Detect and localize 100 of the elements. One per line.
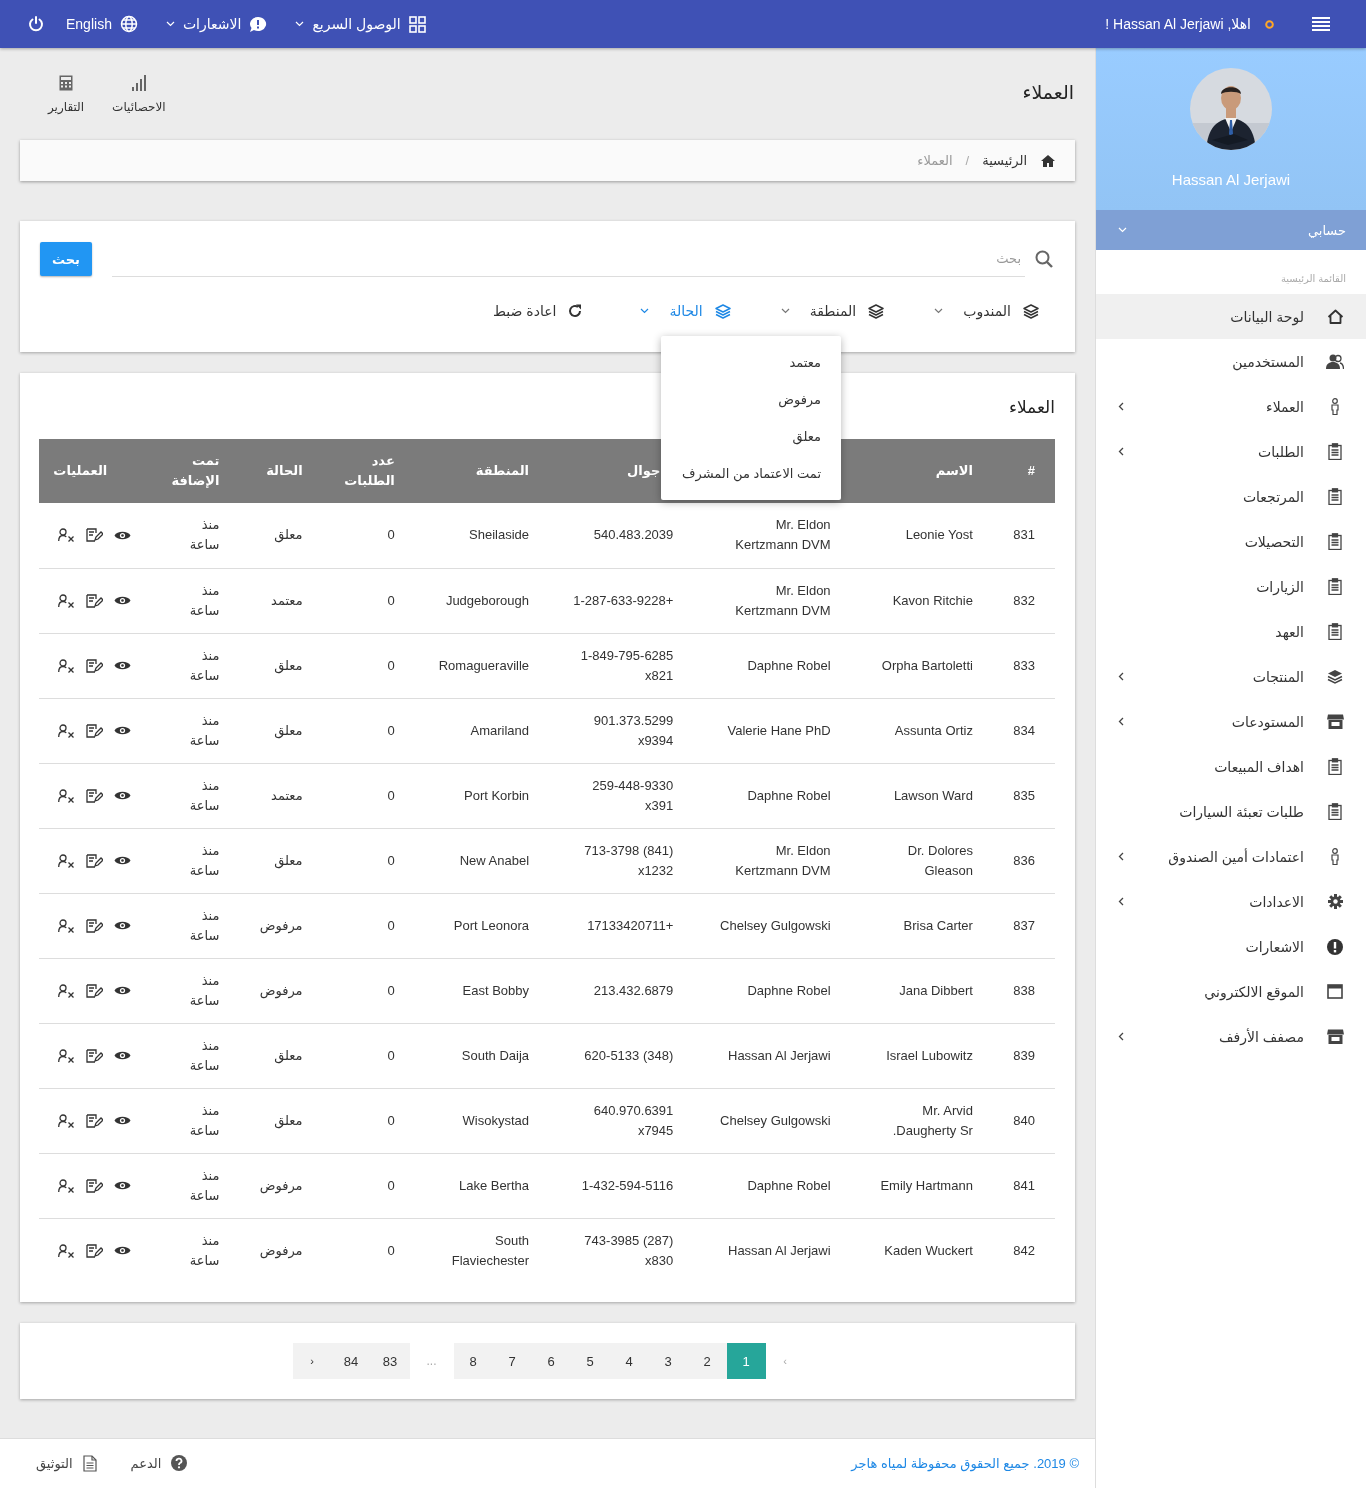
- table-cell-text: 834: [1013, 721, 1035, 740]
- help-icon[interactable]: [171, 1455, 188, 1471]
- docs-link[interactable]: التوثيق: [36, 1454, 97, 1472]
- page-button[interactable]: 4: [609, 1343, 649, 1379]
- delete-user-icon[interactable]: [57, 1243, 75, 1258]
- dropdown-option[interactable]: معتمد: [661, 344, 841, 381]
- delete-user-icon[interactable]: [57, 918, 75, 933]
- sidebar-item[interactable]: الموقع الالكتروني: [1096, 969, 1366, 1014]
- delete-user-icon[interactable]: [57, 1178, 75, 1193]
- shortcut-button[interactable]: الاحصائيات: [112, 74, 166, 114]
- delete-user-icon[interactable]: [57, 723, 75, 738]
- dropdown-option[interactable]: معلق: [661, 418, 841, 455]
- breadcrumb-link[interactable]: الرئيسية: [982, 153, 1027, 168]
- column-header[interactable]: جوال: [627, 461, 661, 481]
- delete-user-icon[interactable]: [57, 528, 75, 543]
- eye-icon[interactable]: [113, 1245, 131, 1257]
- column-header[interactable]: الحالة: [266, 461, 303, 481]
- page-button[interactable]: 8: [453, 1343, 493, 1379]
- table-cell-text: (348) 620-5133: [584, 1046, 674, 1065]
- eye-icon[interactable]: [113, 660, 131, 671]
- edit-icon[interactable]: [85, 983, 103, 998]
- next-page-button[interactable]: ‹: [292, 1343, 332, 1379]
- page-button[interactable]: 2: [687, 1343, 727, 1379]
- delete-user-icon[interactable]: [57, 1048, 75, 1063]
- column-header[interactable]: المنطقة: [475, 461, 530, 481]
- sidebar-item[interactable]: الزيارات: [1096, 564, 1366, 609]
- sidebar-item[interactable]: اعتمادات أمين الصندوق: [1096, 834, 1366, 879]
- page-button[interactable]: 83: [370, 1343, 410, 1379]
- delete-user-icon[interactable]: [57, 1113, 75, 1128]
- shortcut-button[interactable]: التقارير: [48, 74, 85, 114]
- sidebar-item[interactable]: العملاء: [1096, 384, 1366, 429]
- column-header[interactable]: #: [1027, 461, 1035, 481]
- eye-icon[interactable]: [113, 1115, 131, 1126]
- eye-icon[interactable]: [113, 725, 131, 736]
- edit-icon[interactable]: [85, 853, 103, 868]
- edit-icon[interactable]: [85, 1243, 103, 1258]
- sidebar-item[interactable]: التحصيلات: [1096, 519, 1366, 564]
- page-button[interactable]: 5: [570, 1343, 610, 1379]
- column-header[interactable]: العمليات: [53, 461, 108, 481]
- edit-icon[interactable]: [85, 658, 103, 673]
- sidebar-item[interactable]: الاشعارات: [1096, 924, 1366, 969]
- filter-dropdown[interactable]: المنطقة: [780, 299, 885, 323]
- dropdown-option[interactable]: مرفوض: [661, 381, 841, 418]
- home-icon[interactable]: [1041, 154, 1055, 167]
- sidebar-item[interactable]: الاعدادات: [1096, 879, 1366, 924]
- edit-icon[interactable]: [85, 723, 103, 738]
- sidebar-item[interactable]: الطلبات: [1096, 429, 1366, 474]
- sidebar-item[interactable]: المنتجات: [1096, 654, 1366, 699]
- column-header[interactable]: الاسم: [935, 461, 973, 481]
- dropdown-option[interactable]: تمت الاعتماد من المشرف: [661, 455, 841, 492]
- search-field[interactable]: بحث: [112, 241, 1025, 277]
- page-button[interactable]: 3: [648, 1343, 688, 1379]
- sidebar-item[interactable]: المستودعات: [1096, 699, 1366, 744]
- page-button[interactable]: 84: [331, 1343, 371, 1379]
- filter-dropdown[interactable]: الحالة: [640, 299, 731, 323]
- delete-user-icon[interactable]: [57, 788, 75, 803]
- power-icon[interactable]: [28, 16, 44, 32]
- edit-icon[interactable]: [85, 593, 103, 608]
- support-link[interactable]: الدعم: [130, 1455, 188, 1471]
- edit-icon[interactable]: [85, 1178, 103, 1193]
- eye-icon[interactable]: [113, 1180, 131, 1191]
- edit-icon[interactable]: [85, 1113, 103, 1128]
- delete-user-icon[interactable]: [57, 658, 75, 673]
- sidebar-item[interactable]: اهداف المبيعات: [1096, 744, 1366, 789]
- sidebar-item[interactable]: لوحة البيانات: [1096, 294, 1366, 339]
- menu-icon[interactable]: [1312, 17, 1330, 31]
- delete-user-icon[interactable]: [57, 853, 75, 868]
- language-button[interactable]: English: [60, 11, 144, 37]
- copyright-link[interactable]: © 2019. جميع الحقوق محفوظة لمياه هاجر: [851, 1455, 1079, 1471]
- eye-icon[interactable]: [113, 595, 131, 606]
- page-button[interactable]: 7: [492, 1343, 532, 1379]
- sidebar-item[interactable]: طلبات تعبئة السيارات: [1096, 789, 1366, 834]
- edit-icon[interactable]: [85, 918, 103, 933]
- edit-icon[interactable]: [85, 788, 103, 803]
- eye-icon[interactable]: [113, 985, 131, 996]
- eye-icon[interactable]: [113, 790, 131, 801]
- edit-icon[interactable]: [85, 1048, 103, 1063]
- edit-icon[interactable]: [85, 528, 103, 543]
- filter-dropdown[interactable]: المندوب: [934, 299, 1039, 323]
- calculator-icon[interactable]: [59, 74, 74, 91]
- sidebar-item[interactable]: المرتجعات: [1096, 474, 1366, 519]
- bar-chart-icon[interactable]: [130, 74, 147, 91]
- eye-icon[interactable]: [113, 855, 131, 866]
- table-cell-text: Lake Bertha: [458, 1176, 530, 1195]
- delete-user-icon[interactable]: [57, 983, 75, 998]
- sidebar-item[interactable]: المستخدمين: [1096, 339, 1366, 384]
- quick-access-menu[interactable]: الوصول السريع: [289, 11, 432, 37]
- caret-icon: [295, 21, 305, 27]
- eye-icon[interactable]: [113, 920, 131, 931]
- eye-icon[interactable]: [113, 529, 131, 541]
- sidebar-item[interactable]: مصفف الأرفف: [1096, 1014, 1366, 1059]
- table-cell-text: 213.432.6879: [593, 981, 674, 1000]
- refresh-icon[interactable]: [568, 304, 583, 318]
- sidebar-item[interactable]: العهد: [1096, 609, 1366, 654]
- document-icon[interactable]: [82, 1454, 97, 1472]
- page-button[interactable]: 6: [531, 1343, 571, 1379]
- reset-button[interactable]: اعادة ضبط: [493, 299, 591, 323]
- eye-icon[interactable]: [113, 1050, 131, 1061]
- notifications-menu[interactable]: الاشعارات: [159, 11, 274, 37]
- delete-user-icon[interactable]: [57, 593, 75, 608]
